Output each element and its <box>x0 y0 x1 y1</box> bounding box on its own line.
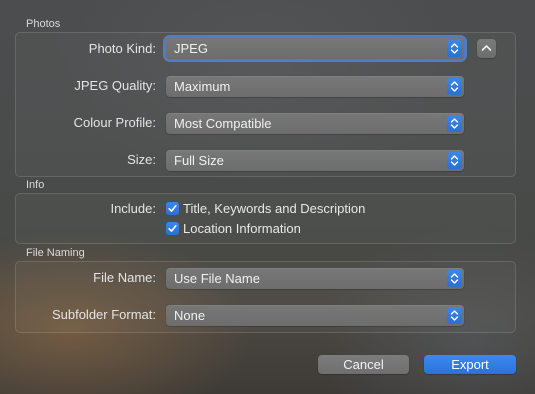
file-naming-section-title: File Naming <box>26 247 85 259</box>
colour-profile-value: Most Compatible <box>174 116 272 131</box>
size-label: Size: <box>127 152 156 167</box>
location-info-checkbox[interactable] <box>166 222 179 235</box>
colour-profile-label: Colour Profile: <box>73 115 156 130</box>
photos-section-title: Photos <box>26 18 61 30</box>
jpeg-quality-popup[interactable]: Maximum <box>166 76 464 97</box>
jpeg-quality-value: Maximum <box>174 79 231 94</box>
up-down-chevron-icon <box>447 270 462 287</box>
up-down-chevron-icon <box>447 40 462 57</box>
photo-kind-value: JPEG <box>174 41 208 56</box>
title-keywords-label: Title, Keywords and Description <box>183 201 366 216</box>
subfolder-format-label: Subfolder Format: <box>51 307 156 322</box>
chevron-up-icon <box>481 45 492 51</box>
size-value: Full Size <box>174 153 224 168</box>
photo-kind-label: Photo Kind: <box>88 41 156 56</box>
up-down-chevron-icon <box>447 115 462 132</box>
jpeg-quality-label: JPEG Quality: <box>74 78 156 93</box>
subfolder-format-popup[interactable]: None <box>166 305 464 326</box>
collapse-disclosure-button[interactable] <box>477 39 496 58</box>
photo-kind-popup[interactable]: JPEG <box>166 38 464 59</box>
up-down-chevron-icon <box>447 78 462 95</box>
file-name-label: File Name: <box>93 270 156 285</box>
checkmark-icon <box>168 205 177 212</box>
colour-profile-popup[interactable]: Most Compatible <box>166 113 464 134</box>
cancel-button[interactable]: Cancel <box>318 355 409 374</box>
include-label: Include: <box>110 201 156 216</box>
location-info-label: Location Information <box>183 221 301 236</box>
up-down-chevron-icon <box>447 307 462 324</box>
file-name-popup[interactable]: Use File Name <box>166 268 464 289</box>
checkmark-icon <box>168 225 177 232</box>
subfolder-format-value: None <box>174 308 206 323</box>
info-section-title: Info <box>26 179 45 191</box>
up-down-chevron-icon <box>447 152 462 169</box>
title-keywords-checkbox[interactable] <box>166 202 179 215</box>
file-name-value: Use File Name <box>174 271 260 286</box>
export-button[interactable]: Export <box>424 355 516 374</box>
size-popup[interactable]: Full Size <box>166 150 464 171</box>
